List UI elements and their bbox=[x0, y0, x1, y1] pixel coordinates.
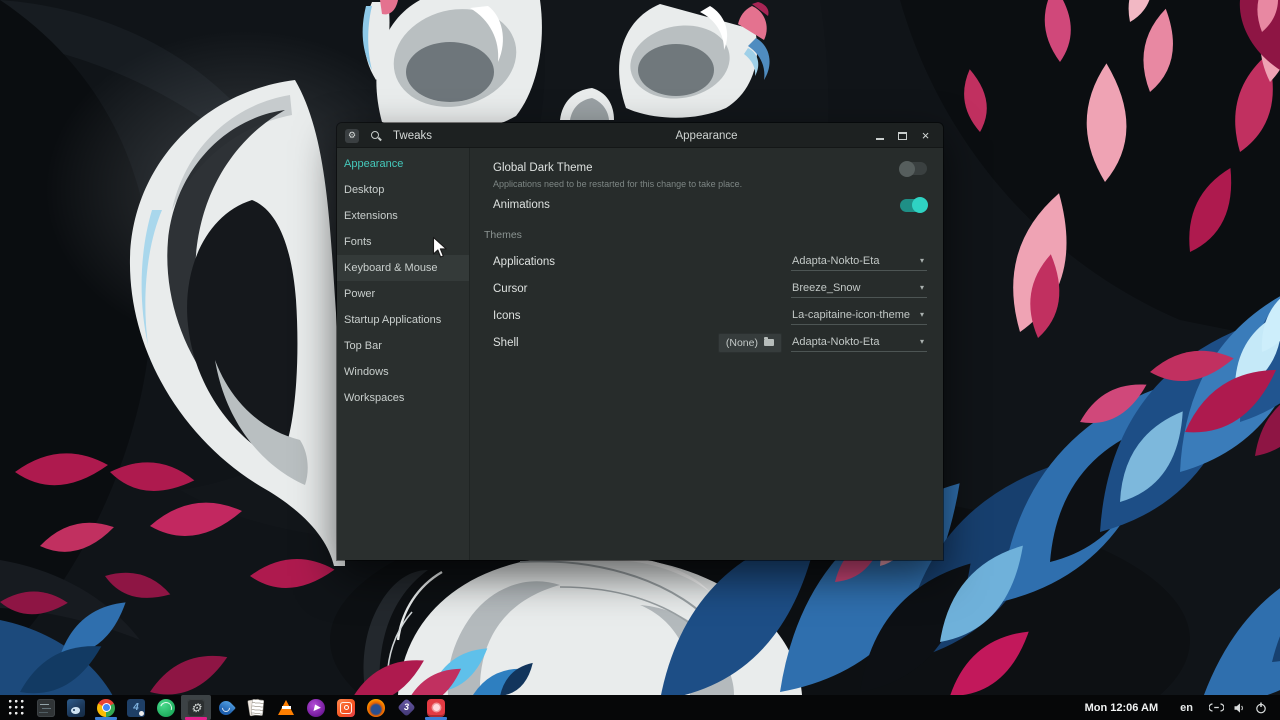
taskbar-vlc[interactable] bbox=[271, 695, 301, 720]
sidebar-item-workspaces[interactable]: Workspaces bbox=[337, 385, 469, 411]
chrome-icon bbox=[97, 698, 115, 717]
appearance-settings: Global Dark Theme Applications need to be… bbox=[484, 160, 928, 213]
theme-label: Icons bbox=[493, 309, 521, 322]
theme-row-shell: Shell (None) Adapta-Nokto-Eta ▾ bbox=[484, 329, 927, 356]
setting-row-global-dark-theme: Global Dark Theme Applications need to be… bbox=[484, 160, 927, 189]
screen-recorder-icon bbox=[427, 698, 445, 717]
search-icon[interactable] bbox=[370, 130, 382, 142]
theme-label: Applications bbox=[493, 255, 556, 268]
folder-icon bbox=[764, 337, 774, 346]
clock[interactable]: Mon 12:06 AM bbox=[1085, 702, 1159, 714]
window-title: Tweaks bbox=[393, 129, 432, 142]
main-panel: Global Dark Theme Applications need to be… bbox=[470, 148, 943, 560]
theme-select-shell[interactable]: Adapta-Nokto-Eta ▾ bbox=[791, 334, 927, 352]
sidebar-item-windows[interactable]: Windows bbox=[337, 359, 469, 385]
app-grid-icon bbox=[7, 699, 25, 716]
taskbar-camera[interactable] bbox=[331, 695, 361, 720]
taskbar-green-app[interactable] bbox=[151, 695, 181, 720]
sidebar-item-top-bar[interactable]: Top Bar bbox=[337, 333, 469, 359]
taskbar-chrome[interactable] bbox=[91, 695, 121, 720]
water-drop-icon bbox=[216, 697, 236, 718]
toggle-global-dark-theme[interactable] bbox=[899, 160, 927, 177]
network-link-icon[interactable] bbox=[1209, 702, 1224, 713]
theme-label: Shell bbox=[493, 336, 519, 349]
titlebar[interactable]: ⚙ Tweaks Appearance × bbox=[337, 123, 943, 148]
theme-select-applications[interactable]: Adapta-Nokto-Eta ▾ bbox=[791, 253, 927, 271]
sidebar-item-fonts[interactable]: Fonts bbox=[337, 229, 469, 255]
taskbar-tray: Mon 12:06 AM en bbox=[1085, 695, 1280, 720]
setting-label: Animations bbox=[493, 199, 550, 211]
desktop: ⚙ Tweaks Appearance × Appearance Desktop E… bbox=[0, 0, 1280, 720]
minimize-button[interactable] bbox=[868, 123, 891, 148]
tweaks-app-icon: ⚙ bbox=[345, 128, 359, 143]
theme-row-icons: Icons La-capitaine-icon-theme ▾ bbox=[484, 302, 927, 329]
maximize-icon bbox=[898, 131, 907, 140]
taskbar-file-manager[interactable] bbox=[61, 695, 91, 720]
taskbar-app-grid[interactable] bbox=[1, 695, 31, 720]
sidebar-item-keyboard-mouse[interactable]: Keyboard & Mouse bbox=[337, 255, 469, 281]
taskbar-mail[interactable]: 4 bbox=[121, 695, 151, 720]
shell-theme-file-button[interactable]: (None) bbox=[717, 332, 782, 353]
chevron-down-icon: ▾ bbox=[919, 283, 924, 292]
taskbar-documents[interactable] bbox=[241, 695, 271, 720]
taskbar-diamond-3[interactable]: 3 bbox=[391, 695, 421, 720]
taskbar-media-player[interactable]: ▶ bbox=[301, 695, 331, 720]
sidebar-item-appearance[interactable]: Appearance bbox=[337, 151, 469, 177]
taskbar-tweaks[interactable]: ⚙ bbox=[181, 695, 211, 720]
sidebar-item-extensions[interactable]: Extensions bbox=[337, 203, 469, 229]
documents-icon bbox=[247, 699, 265, 717]
taskbar-water-drop[interactable] bbox=[211, 695, 241, 720]
taskbar-screen-recorder[interactable] bbox=[421, 695, 451, 720]
theme-select-cursor[interactable]: Breeze_Snow ▾ bbox=[791, 280, 927, 298]
file-manager-icon bbox=[67, 698, 85, 717]
setting-label: Global Dark Theme bbox=[493, 162, 593, 174]
camera-icon bbox=[337, 698, 355, 717]
toggle-animations[interactable] bbox=[900, 197, 928, 213]
sidebar-item-desktop[interactable]: Desktop bbox=[337, 177, 469, 203]
firefox-icon bbox=[367, 698, 385, 717]
media-player-icon: ▶ bbox=[307, 698, 325, 717]
chevron-down-icon: ▾ bbox=[919, 256, 924, 265]
tweaks-icon: ⚙ bbox=[187, 698, 205, 717]
themes-rows: Applications Adapta-Nokto-Eta ▾ Cursor Breez… bbox=[484, 248, 927, 356]
volume-icon[interactable] bbox=[1233, 702, 1246, 714]
taskbar-system-monitor[interactable] bbox=[31, 695, 61, 720]
green-app-icon bbox=[157, 698, 175, 717]
sidebar-item-power[interactable]: Power bbox=[337, 281, 469, 307]
setting-row-animations: Animations bbox=[484, 197, 928, 213]
mail-icon: 4 bbox=[127, 698, 145, 717]
setting-sublabel: Applications need to be restarted for th… bbox=[493, 179, 743, 189]
taskbar-firefox[interactable] bbox=[361, 695, 391, 720]
minimize-icon bbox=[875, 138, 884, 140]
vlc-icon bbox=[277, 699, 295, 717]
sidebar-item-startup-applications[interactable]: Startup Applications bbox=[337, 307, 469, 333]
maximize-button[interactable] bbox=[891, 123, 914, 148]
theme-row-applications: Applications Adapta-Nokto-Eta ▾ bbox=[484, 248, 927, 275]
language-indicator[interactable]: en bbox=[1180, 702, 1193, 714]
theme-row-cursor: Cursor Breeze_Snow ▾ bbox=[484, 275, 927, 302]
theme-select-icons[interactable]: La-capitaine-icon-theme ▾ bbox=[791, 307, 927, 325]
system-monitor-icon bbox=[37, 698, 55, 717]
taskbar: 4 ⚙ ▶ 3 Mon 12:06 AM en bbox=[0, 695, 1280, 720]
close-button[interactable]: × bbox=[914, 123, 937, 148]
power-icon[interactable] bbox=[1255, 702, 1267, 714]
chevron-down-icon: ▾ bbox=[919, 337, 924, 346]
close-icon: × bbox=[921, 127, 930, 143]
themes-section-title: Themes bbox=[484, 229, 522, 241]
chevron-down-icon: ▾ bbox=[919, 310, 924, 319]
diamond-3-icon: 3 bbox=[396, 698, 416, 717]
sidebar: Appearance Desktop Extensions Fonts Keyboard… bbox=[337, 148, 470, 560]
mouse-cursor bbox=[432, 236, 447, 258]
theme-label: Cursor bbox=[493, 282, 528, 295]
tweaks-window: ⚙ Tweaks Appearance × Appearance Desktop E… bbox=[337, 123, 943, 560]
taskbar-app-icons: 4 ⚙ ▶ 3 bbox=[0, 695, 451, 720]
